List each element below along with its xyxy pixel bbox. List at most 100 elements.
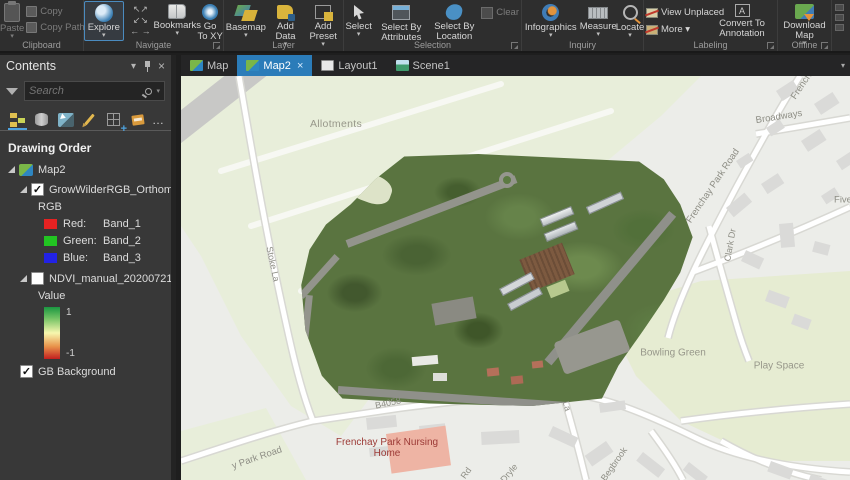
map-view[interactable]: Allotments Frenchay Park Road Frencha Br… xyxy=(181,76,850,480)
ortho-red-roof xyxy=(510,375,524,385)
prev-next-extent-icon[interactable]: ← → xyxy=(130,26,151,37)
close-tab-icon[interactable]: × xyxy=(297,60,303,72)
ortho-red-roof xyxy=(486,367,500,377)
contents-menu-caret[interactable]: ▾ xyxy=(131,61,136,72)
contents-close-button[interactable]: × xyxy=(158,59,165,73)
view-tab-map[interactable]: Map xyxy=(181,55,237,76)
red-label: Red: xyxy=(63,217,87,230)
arcgis-pro-window: Paste ▾ Copy Copy Path Clipboard Explore… xyxy=(0,0,850,480)
view-unplaced-button[interactable]: View Unplaced xyxy=(644,6,724,19)
expand-icon[interactable] xyxy=(20,186,27,193)
search-caret-icon[interactable]: ▾ xyxy=(156,87,160,95)
expand-icon[interactable] xyxy=(20,275,27,282)
full-extent-icon[interactable]: ↖↗ xyxy=(133,4,148,15)
layer-row-orthomosaic[interactable]: ✓ GrowWilderRGB_Orthomosaic_expor xyxy=(0,181,171,198)
bookmarks-button[interactable]: Bookmarks ▾ xyxy=(154,1,201,41)
more-tabs-button[interactable]: … xyxy=(152,113,165,127)
snapping-icon xyxy=(107,113,120,126)
more-label: More ▾ xyxy=(661,24,691,35)
copy-path-button[interactable]: Copy Path xyxy=(24,21,86,34)
ribbon-group-selection: Select ▾ Select By Attributes Select By … xyxy=(344,0,522,51)
filter-icon[interactable] xyxy=(6,87,18,95)
data-source-icon xyxy=(35,113,48,126)
locate-icon xyxy=(622,5,638,20)
paste-button[interactable]: Paste ▾ xyxy=(0,1,24,41)
contents-title: Contents xyxy=(6,59,57,73)
copy-label: Copy xyxy=(40,6,63,17)
gb-background-checkbox[interactable]: ✓ xyxy=(20,365,33,378)
infographics-caret: ▾ xyxy=(548,32,553,39)
basemap-caret: ▾ xyxy=(244,32,248,39)
label-nursing-home: Frenchay Park Nursing Home xyxy=(335,437,439,459)
tab-snapping[interactable] xyxy=(104,110,123,129)
value-label: Value xyxy=(38,289,66,302)
copy-button[interactable]: Copy xyxy=(24,5,86,18)
band-row-green: Green: Band_2 xyxy=(0,232,171,249)
search-icon[interactable] xyxy=(145,87,153,95)
add-preset-icon xyxy=(315,5,334,21)
ndvi-ramp-row: 1 -1 xyxy=(0,307,171,359)
pin-icon[interactable] xyxy=(144,60,151,72)
offline-dialog-launcher[interactable] xyxy=(821,42,828,49)
locate-button[interactable]: Locate ▾ xyxy=(616,1,644,41)
labeling-tab-icon xyxy=(130,113,145,126)
add-preset-label: Add Preset xyxy=(309,21,337,42)
layer-row-map2[interactable]: Map2 xyxy=(0,161,171,178)
measure-button[interactable]: Measure ▾ xyxy=(579,1,617,41)
tab-data-source[interactable] xyxy=(32,110,51,129)
search-box: ▾ xyxy=(24,81,165,101)
green-swatch xyxy=(44,235,57,246)
tab-drawing-order[interactable] xyxy=(8,110,27,130)
contents-panel: Contents ▾ × ▾ … Drawing Order xyxy=(0,55,176,480)
tab-selection[interactable] xyxy=(56,110,75,129)
select-location-icon xyxy=(444,2,464,22)
navigate-dialog-launcher[interactable] xyxy=(213,42,220,49)
more-button[interactable]: More ▾ xyxy=(644,23,710,36)
view-tab-scene1[interactable]: Scene1 xyxy=(387,55,459,76)
orthomosaic-checkbox[interactable]: ✓ xyxy=(31,183,44,196)
mini-toolbar-icon-3[interactable] xyxy=(835,24,844,31)
download-map-button[interactable]: Download Map ▾ xyxy=(779,1,831,47)
measure-caret: ▾ xyxy=(596,31,600,38)
layer-row-gb-background[interactable]: ✓ GB Background xyxy=(0,363,171,380)
add-data-button[interactable]: Add Data ▾ xyxy=(268,1,304,48)
contents-titlebar: Contents ▾ × xyxy=(0,55,171,77)
navigate-group-label: Navigate xyxy=(135,40,172,50)
select-by-location-button[interactable]: Select By Location xyxy=(429,1,479,42)
ndvi-checkbox[interactable]: ✓ xyxy=(31,272,44,285)
zoom-extent-icon[interactable]: ↙↘ xyxy=(133,15,148,26)
search-input[interactable] xyxy=(29,85,146,97)
labeling-dialog-launcher[interactable] xyxy=(767,42,774,49)
convert-to-annotation-button[interactable]: A Convert To Annotation xyxy=(710,1,774,41)
infographics-button[interactable]: Infographics ▾ xyxy=(522,1,579,41)
layout1-tab-label: Layout1 xyxy=(338,59,378,72)
drawing-order-icon xyxy=(10,112,25,127)
expand-icon[interactable] xyxy=(8,166,15,173)
more-icon xyxy=(646,24,658,35)
view-tab-layout1[interactable]: Layout1 xyxy=(312,55,386,76)
view-tab-map2[interactable]: Map2 × xyxy=(237,55,313,76)
mini-toolbar-icon-1[interactable] xyxy=(835,4,844,11)
tab-overflow-caret[interactable]: ▾ xyxy=(841,61,845,70)
clear-selection-button[interactable]: Clear xyxy=(479,6,521,19)
gb-background-label: GB Background xyxy=(38,365,116,378)
add-data-icon xyxy=(277,5,296,21)
selection-dialog-launcher[interactable] xyxy=(511,42,518,49)
explore-button[interactable]: Explore ▾ xyxy=(84,1,124,41)
mini-toolbar-icon-2[interactable] xyxy=(835,14,844,21)
go-to-xy-button[interactable]: Go To XY xyxy=(197,1,223,42)
band-row-blue: Blue: Band_3 xyxy=(0,249,171,266)
select-by-location-label: Select By Location xyxy=(434,21,475,42)
tab-editing[interactable] xyxy=(80,110,99,129)
add-data-label: Add Data xyxy=(275,21,296,42)
nav-extent-cluster[interactable]: ↖↗ ↙↘ ← → xyxy=(124,1,158,37)
layout1-tab-icon xyxy=(321,60,335,71)
select-by-attributes-button[interactable]: Select By Attributes xyxy=(373,1,429,43)
download-map-label: Download Map xyxy=(783,20,826,41)
measure-icon xyxy=(588,7,609,19)
layer-row-ndvi[interactable]: ✓ NDVI_manual_20200721_Clip xyxy=(0,270,171,287)
add-preset-button[interactable]: Add Preset ▾ xyxy=(303,1,343,48)
tab-labeling[interactable] xyxy=(128,110,147,129)
basemap-button[interactable]: Basemap ▾ xyxy=(224,1,268,41)
select-button[interactable]: Select ▾ xyxy=(344,1,373,41)
